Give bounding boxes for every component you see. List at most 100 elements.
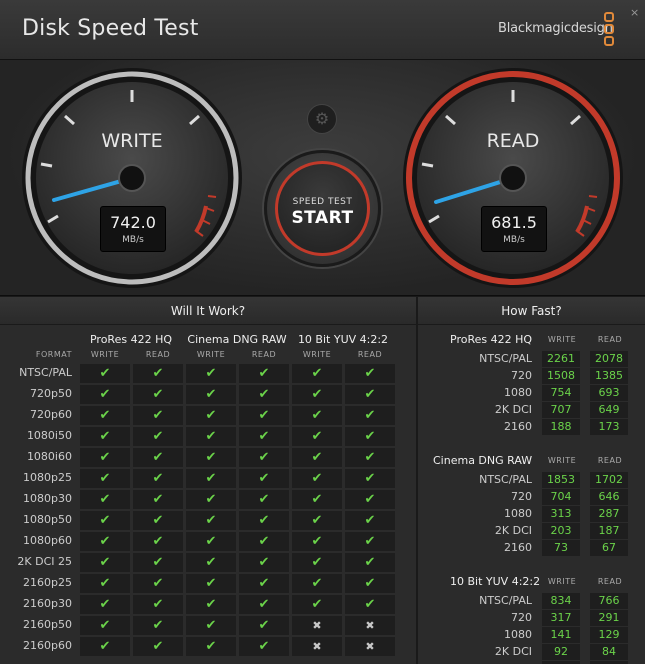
read-unit: MB/s — [503, 235, 525, 245]
check-icon: ✔ — [345, 406, 395, 425]
check-icon: ✔ — [186, 427, 236, 446]
how-fast-panel: How Fast? ProRes 422 HQ WRITE READ NTSC/PAL… — [418, 297, 645, 664]
start-button-face[interactable]: SPEED TEST START — [275, 161, 370, 256]
check-icon: ✔ — [80, 574, 130, 593]
check-icon: ✔ — [239, 574, 289, 593]
check-icon: ✔ — [345, 385, 395, 404]
check-icon: ✔ — [292, 490, 342, 509]
speed-format-label: 2160 — [504, 541, 532, 554]
start-button-line1: SPEED TEST — [292, 197, 353, 207]
speed-write-value: 704 — [542, 489, 580, 505]
check-icon: ✔ — [345, 553, 395, 572]
format-label: 1080p50 — [23, 513, 72, 526]
speed-col-header: READ — [597, 456, 623, 465]
check-icon: ✔ — [186, 406, 236, 425]
check-icon: ✔ — [133, 511, 183, 530]
speed-col-header: WRITE — [547, 577, 577, 586]
start-button[interactable]: SPEED TEST START — [264, 150, 381, 267]
read-value: 681.5 — [491, 213, 537, 232]
speed-write-value: 141 — [542, 627, 580, 643]
speed-write-value: 2261 — [542, 351, 580, 367]
col-read-header: READ — [251, 350, 277, 359]
app-title: Disk Speed Test — [22, 16, 199, 41]
gauge-area: WRITE 742.0 MB/s ⚙ SPEED TEST START READ… — [0, 60, 645, 296]
speed-format-label: 720 — [511, 490, 532, 503]
check-icon: ✔ — [292, 364, 342, 383]
check-icon: ✔ — [345, 595, 395, 614]
speed-format-label: 1080 — [504, 386, 532, 399]
check-icon: ✔ — [292, 532, 342, 551]
check-icon: ✔ — [133, 574, 183, 593]
cross-icon: ✖ — [292, 616, 342, 635]
check-icon: ✔ — [345, 427, 395, 446]
write-value: 742.0 — [110, 213, 156, 232]
group-10bit-yuv: 10 Bit YUV 4:2:2 — [297, 333, 389, 346]
check-icon: ✔ — [133, 427, 183, 446]
check-icon: ✔ — [239, 490, 289, 509]
check-icon: ✔ — [80, 616, 130, 635]
format-label: 2160p60 — [23, 639, 72, 652]
format-label: 1080p25 — [23, 471, 72, 484]
check-icon: ✔ — [239, 553, 289, 572]
check-icon: ✔ — [133, 364, 183, 383]
settings-gear-icon[interactable]: ⚙ — [307, 104, 337, 134]
read-readout: 681.5 MB/s — [481, 206, 547, 252]
speed-format-label: 720 — [511, 369, 532, 382]
check-icon: ✔ — [133, 490, 183, 509]
format-label: 2K DCI 25 — [17, 555, 72, 568]
check-icon: ✔ — [345, 532, 395, 551]
check-icon: ✔ — [80, 427, 130, 446]
check-icon: ✔ — [292, 427, 342, 446]
speed-format-label: NTSC/PAL — [479, 352, 532, 365]
speed-col-header: WRITE — [547, 335, 577, 344]
check-icon: ✔ — [345, 574, 395, 593]
check-icon: ✔ — [133, 406, 183, 425]
check-icon: ✔ — [292, 385, 342, 404]
write-dial — [22, 68, 242, 288]
speed-section-title: Cinema DNG RAW — [433, 454, 533, 467]
speed-section-title: ProRes 422 HQ — [450, 333, 533, 346]
read-gauge: READ 681.5 MB/s — [401, 66, 625, 290]
col-write-header: WRITE — [90, 350, 120, 359]
check-icon: ✔ — [239, 364, 289, 383]
format-label: 1080i60 — [26, 450, 72, 463]
check-icon: ✔ — [80, 385, 130, 404]
format-label: 2160p25 — [23, 576, 72, 589]
check-icon: ✔ — [239, 595, 289, 614]
check-icon: ✔ — [80, 448, 130, 467]
check-icon: ✔ — [345, 364, 395, 383]
speed-write-value: 313 — [542, 506, 580, 522]
speed-col-header: READ — [597, 577, 623, 586]
check-icon: ✔ — [133, 469, 183, 488]
check-icon: ✔ — [292, 406, 342, 425]
cross-icon: ✖ — [345, 637, 395, 656]
col-write-header: WRITE — [302, 350, 332, 359]
speed-read-value: 67 — [590, 540, 628, 556]
check-icon: ✔ — [239, 511, 289, 530]
speed-format-label: 2K DCI — [494, 403, 532, 416]
close-icon[interactable]: × — [630, 6, 639, 19]
speed-format-label: 2K DCI — [494, 524, 532, 537]
check-icon: ✔ — [133, 595, 183, 614]
write-gauge: WRITE 742.0 MB/s — [20, 66, 244, 290]
speed-read-value: 1385 — [590, 368, 628, 384]
col-write-header: WRITE — [196, 350, 226, 359]
speed-read-value: 291 — [590, 610, 628, 626]
check-icon: ✔ — [80, 364, 130, 383]
check-icon: ✔ — [133, 553, 183, 572]
speed-read-value: 187 — [590, 523, 628, 539]
check-icon: ✔ — [239, 469, 289, 488]
speed-write-value: 317 — [542, 610, 580, 626]
check-icon: ✔ — [186, 532, 236, 551]
speed-read-value: 693 — [590, 385, 628, 401]
check-icon: ✔ — [186, 448, 236, 467]
will-it-work-panel: Will It Work? ProRes 422 HQ Cinema DNG R… — [0, 297, 416, 664]
check-icon: ✔ — [80, 637, 130, 656]
format-label: 1080p30 — [23, 492, 72, 505]
check-icon: ✔ — [239, 616, 289, 635]
speed-format-label: NTSC/PAL — [479, 594, 532, 607]
speed-read-value: 173 — [590, 419, 628, 435]
check-icon: ✔ — [345, 511, 395, 530]
format-label: 2160p30 — [23, 597, 72, 610]
check-icon: ✔ — [133, 637, 183, 656]
